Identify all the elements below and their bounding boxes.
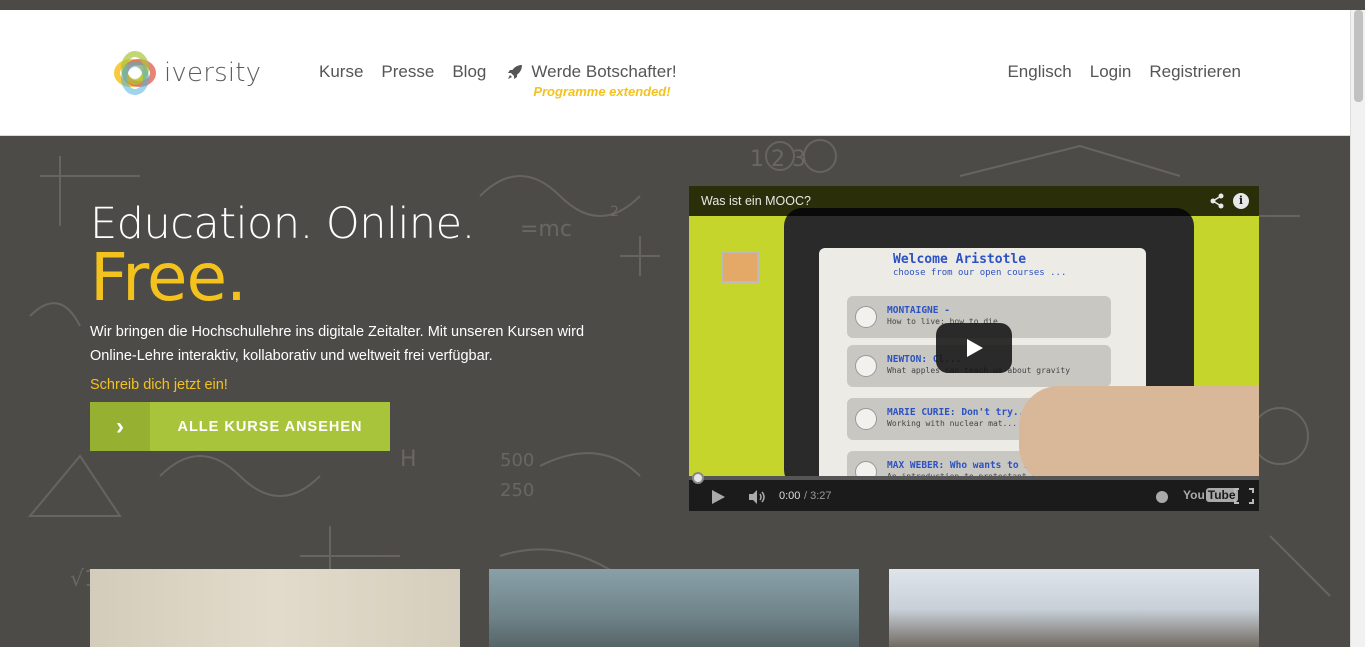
youtube-logo[interactable]: You Tube xyxy=(1183,488,1238,502)
radio-icon xyxy=(855,306,877,328)
video-controls: 0:00 / 3:27 You Tube xyxy=(689,472,1259,511)
video-course-title: MARIE CURIE: Don't try... xyxy=(887,407,1030,418)
video-total-time: / 3:27 xyxy=(804,490,832,502)
video-title-bar: Was ist ein MOOC? i xyxy=(689,186,1259,216)
video-course-title: MONTAIGNE - xyxy=(887,305,950,316)
fullscreen-icon[interactable] xyxy=(1234,488,1254,504)
video-progress-bar[interactable] xyxy=(689,472,1259,484)
youtube-logo-you: You xyxy=(1183,488,1205,502)
hero-cta-text: Schreib dich jetzt ein! xyxy=(90,377,228,393)
rocket-icon xyxy=(508,65,523,79)
course-card-image[interactable] xyxy=(889,569,1259,647)
watch-later-icon[interactable] xyxy=(1156,491,1168,503)
login-link[interactable]: Login xyxy=(1090,62,1132,82)
site-header: iversity Kurse Presse Blog Werde Botscha… xyxy=(0,10,1350,136)
radio-icon xyxy=(855,355,877,377)
play-button[interactable] xyxy=(936,323,1012,373)
logo-text: iversity xyxy=(164,58,262,88)
video-current-time: 0:00 xyxy=(779,490,801,502)
scrollbar-thumb[interactable] xyxy=(1354,10,1363,102)
video-course-sub: Working with nuclear mat... xyxy=(887,419,1018,428)
svg-text:500: 500 xyxy=(500,450,534,471)
course-card-image[interactable] xyxy=(90,569,460,647)
browser-top-strip xyxy=(0,0,1365,10)
language-switch-link[interactable]: Englisch xyxy=(1007,62,1071,82)
video-hand-illustration xyxy=(1019,386,1259,486)
account-nav: Englisch Login Registrieren xyxy=(989,62,1241,82)
all-courses-button[interactable]: › ALLE KURSE ANSEHEN xyxy=(90,402,390,451)
nav-item-blog[interactable]: Blog xyxy=(452,62,486,82)
video-player[interactable]: Welcome Aristotle choose from our open c… xyxy=(689,186,1259,511)
hero-section: =mc 2 1 2 3 500 250 √16-20 H i=1 Educati… xyxy=(0,136,1350,647)
volume-icon[interactable] xyxy=(749,490,767,504)
site-logo[interactable]: iversity xyxy=(112,50,261,96)
info-icon[interactable]: i xyxy=(1233,193,1249,209)
all-courses-button-label: ALLE KURSE ANSEHEN xyxy=(177,418,363,435)
promo-subtext: Programme extended! xyxy=(533,84,671,99)
video-screen-welcome-sub: choose from our open courses ... xyxy=(893,268,1067,278)
hero-title-accent: Free. xyxy=(90,239,247,316)
promo-label: Werde Botschafter! xyxy=(531,62,677,81)
svg-text:250: 250 xyxy=(500,480,534,501)
register-link[interactable]: Registrieren xyxy=(1149,62,1241,82)
radio-icon xyxy=(855,408,877,430)
hero-description: Wir bringen die Hochschullehre ins digit… xyxy=(90,324,585,364)
video-screen-welcome: Welcome Aristotle xyxy=(893,252,1027,267)
video-avatar-image xyxy=(721,251,759,283)
youtube-logo-tube: Tube xyxy=(1205,488,1238,502)
share-icon[interactable] xyxy=(1209,193,1225,209)
svg-text:1 2 3: 1 2 3 xyxy=(750,147,806,172)
nav-item-kurse[interactable]: Kurse xyxy=(319,62,363,82)
video-title[interactable]: Was ist ein MOOC? xyxy=(701,194,811,208)
play-icon xyxy=(967,339,983,357)
course-card-image[interactable] xyxy=(489,569,859,647)
main-nav: Kurse Presse Blog Werde Botschafter! Pro… xyxy=(319,62,677,99)
page-scrollbar[interactable] xyxy=(1350,10,1365,647)
svg-text:=mc: =mc xyxy=(520,217,572,242)
iversity-logo-icon xyxy=(114,51,156,95)
control-play-icon[interactable] xyxy=(711,490,725,504)
svg-text:2: 2 xyxy=(610,204,619,220)
video-progress-knob[interactable] xyxy=(692,472,704,484)
nav-item-botschafter[interactable]: Werde Botschafter! Programme extended! xyxy=(506,62,677,99)
nav-item-presse[interactable]: Presse xyxy=(381,62,434,82)
chevron-right-icon: › xyxy=(90,402,150,451)
svg-text:H: H xyxy=(400,447,417,472)
